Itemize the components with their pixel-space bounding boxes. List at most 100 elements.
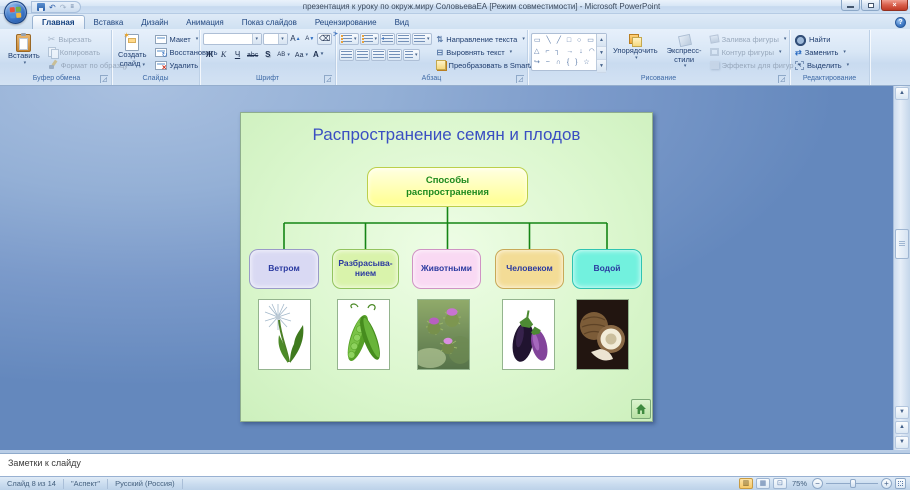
line-spacing-button[interactable] [412,33,432,45]
tab-review[interactable]: Рецензирование [306,16,386,29]
group-paragraph: ⇅Направление текста ⊟Выровнять текст Пре… [336,30,528,85]
qat-customize-button[interactable]: ≡ [70,4,73,10]
quick-styles-button[interactable]: Экспресс-стили [664,32,705,72]
clear-formatting-button[interactable]: ⌫ [317,33,332,45]
group-label-editing: Редактирование [803,75,856,82]
home-action-button[interactable] [631,399,651,419]
tab-slideshow[interactable]: Показ слайдов [233,16,306,29]
justify-button[interactable] [387,49,402,61]
slide-title[interactable]: Распространение семян и плодов [241,125,652,145]
increase-indent-button[interactable] [396,33,411,45]
bold-button[interactable]: Ж [203,49,216,61]
box-humans[interactable]: Человеком [495,249,564,289]
zoom-in-button[interactable]: + [881,478,892,489]
scroll-down-button[interactable]: ▼ [895,406,909,419]
normal-view-button[interactable]: ▥ [739,478,753,489]
minimize-button[interactable] [841,0,860,11]
tab-design[interactable]: Дизайн [132,16,177,29]
italic-button[interactable]: К [217,49,230,61]
shapes-row-1[interactable]: ▭ ╲ ╱ □ ○ ▭ [534,35,594,46]
line-spacing-icon [414,35,425,44]
decrease-indent-icon [382,35,393,44]
zoom-level[interactable]: 75% [792,479,807,488]
image-coconut[interactable] [576,299,629,370]
office-button[interactable] [4,1,27,24]
tab-view[interactable]: Вид [386,16,418,29]
shrink-font-button[interactable]: А▼ [303,33,316,45]
root-box[interactable]: Способы распространения [367,167,528,207]
shape-effects-icon [710,61,719,69]
zoom-out-button[interactable]: − [812,478,823,489]
tab-home[interactable]: Главная [32,15,85,29]
align-center-button[interactable] [355,49,370,61]
group-label-paragraph: Абзац [422,75,442,82]
shapes-gallery[interactable]: ▭ ╲ ╱ □ ○ ▭ △ ⌐ ┐ → ↓ ◠ ↪ ~ ∩ { } ☆ ▲▼▼ [531,33,607,71]
new-slide-button[interactable]: Создать слайд [115,32,150,70]
tab-insert[interactable]: Вставка [85,16,133,29]
tab-animation[interactable]: Анимация [177,16,233,29]
save-icon[interactable] [37,3,45,11]
notes-pane[interactable]: Заметки к слайду [0,450,910,476]
select-button[interactable]: ↖Выделить [793,59,851,71]
text-shadow-button[interactable]: S [261,49,274,61]
drawing-dialog-launcher[interactable]: ◿ [778,75,786,83]
select-icon: ↖ [795,61,804,70]
scroll-up-button[interactable]: ▲ [895,87,909,100]
redo-button[interactable]: ↷ [60,3,67,12]
numbering-button[interactable] [360,33,380,45]
font-size-combobox[interactable]: ▾ [263,33,288,45]
font-name-combobox[interactable]: ▾ [203,33,262,45]
clipboard-dialog-launcher[interactable]: ◿ [100,75,108,83]
find-button[interactable]: Найти [793,33,851,45]
strikethrough-button[interactable]: abc [245,49,260,61]
slide-canvas[interactable]: Распространение семян и плодов Способы р… [240,112,653,422]
decrease-indent-button[interactable] [380,33,395,45]
change-case-button[interactable]: Аа [293,49,310,61]
box-wind[interactable]: Ветром [249,249,319,289]
previous-slide-button[interactable]: ▲▲ [895,421,909,434]
zoom-slider[interactable] [826,478,878,489]
image-eggplants[interactable] [502,299,555,370]
underline-button[interactable]: Ч [231,49,244,61]
next-slide-button[interactable]: ▼▼ [895,436,909,449]
language-indicator[interactable]: Русский (Россия) [108,479,183,489]
undo-button[interactable]: ↶ [49,3,56,12]
scrollbar-track[interactable] [894,101,910,405]
arrange-button[interactable]: Упорядочить [610,32,661,63]
shape-effects-button[interactable]: Эффекты для фигур [708,59,804,71]
image-burdock-thistle[interactable] [417,299,470,370]
character-spacing-button[interactable]: АВ [275,49,292,61]
restore-button[interactable] [861,0,880,11]
new-slide-icon [125,34,139,51]
shape-fill-button[interactable]: Заливка фигуры [708,33,804,45]
vertical-scrollbar[interactable]: ▲ ▼ ▲▲ ▼▼ [893,86,910,450]
slideshow-view-button[interactable]: ⊡ [773,478,787,489]
box-scatter[interactable]: Разбрасыва-нием [332,249,399,289]
shapes-gallery-scrollbar[interactable]: ▲▼▼ [596,34,606,70]
replace-button[interactable]: ⇄Заменить [793,46,851,58]
shapes-row-2[interactable]: △ ⌐ ┐ → ↓ ◠ [534,46,594,57]
scissors-icon: ✂ [48,34,56,45]
paragraph-dialog-launcher[interactable]: ◿ [516,75,524,83]
shapes-row-3[interactable]: ↪ ~ ∩ { } ☆ [534,57,594,68]
columns-button[interactable] [403,49,420,61]
close-button[interactable]: × [881,0,908,11]
box-water[interactable]: Водой [572,249,642,289]
slide-sorter-view-button[interactable]: ▦ [756,478,770,489]
help-button[interactable]: ? [895,17,906,28]
shape-outline-button[interactable]: Контур фигуры [708,46,804,58]
grow-font-button[interactable]: А▲ [289,33,303,45]
zoom-slider-thumb[interactable] [850,479,856,488]
align-left-button[interactable] [339,49,354,61]
bullets-button[interactable] [339,33,359,45]
scrollbar-thumb[interactable] [895,229,909,259]
box-animals[interactable]: Животными [412,249,481,289]
paste-button[interactable]: Вставить [5,32,43,68]
fit-to-window-button[interactable] [895,478,906,489]
image-dandelion[interactable] [258,299,311,370]
font-color-button[interactable]: А [311,49,325,61]
image-pea-pods[interactable] [337,299,390,370]
font-dialog-launcher[interactable]: ◿ [324,75,332,83]
theme-name[interactable]: "Аспект" [64,479,108,489]
align-right-button[interactable] [371,49,386,61]
